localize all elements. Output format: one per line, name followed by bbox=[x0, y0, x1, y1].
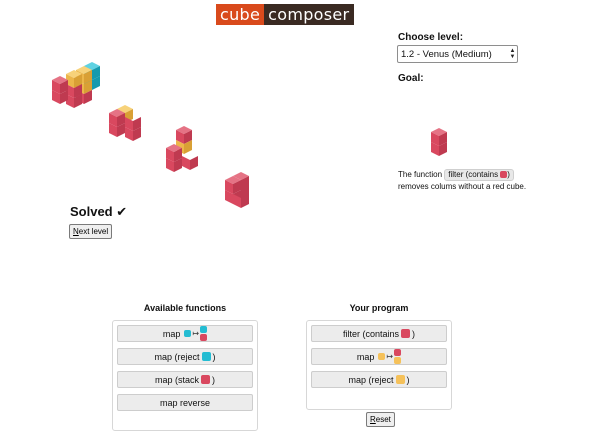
map-yellow-to-yellow-red-icon: ↦ bbox=[378, 349, 402, 364]
level-select[interactable]: 1.2 - Venus (Medium) ▲ ▼ bbox=[397, 45, 518, 63]
app-logo: cube composer bbox=[216, 4, 355, 25]
program-fn-map-yellow[interactable]: map ↦ bbox=[311, 348, 447, 365]
fn-label: map bbox=[356, 351, 375, 362]
chevron-updown-icon: ▲ ▼ bbox=[509, 48, 516, 60]
cube-column-red-yellow-tall bbox=[166, 126, 198, 172]
cube-stack-red-block bbox=[223, 172, 259, 219]
goal-function-label: filter (contains bbox=[448, 170, 499, 179]
cube-column-red-yellow bbox=[109, 105, 141, 141]
program-fn-map-reject-yellow[interactable]: map (reject ) bbox=[311, 371, 447, 388]
available-functions-panel: map ↦ map (reject ) map (stack ) map rev… bbox=[112, 320, 258, 431]
fn-label: map (stack bbox=[154, 374, 199, 385]
goal-cube-stack bbox=[426, 128, 452, 165]
your-program-panel: filter (contains ) map ↦ map (reject ) bbox=[306, 320, 452, 410]
reset-rest: eset bbox=[375, 415, 391, 424]
fn-label: map bbox=[162, 328, 181, 339]
next-level-rest: ext level bbox=[78, 227, 109, 236]
fn-label: map reverse bbox=[159, 397, 211, 408]
cube-stack-row-left bbox=[50, 60, 106, 110]
program-fn-filter-contains-red[interactable]: filter (contains ) bbox=[311, 325, 447, 342]
fn-label: map (reject bbox=[154, 351, 200, 362]
reset-button[interactable]: Reset bbox=[366, 412, 395, 427]
cube-stack-tall bbox=[165, 126, 199, 187]
next-level-button[interactable]: Next level bbox=[69, 224, 113, 239]
map-cyan-to-cyan-red-icon: ↦ bbox=[184, 326, 208, 341]
goal-heading: Goal: bbox=[398, 73, 424, 84]
available-functions-title: Available functions bbox=[143, 303, 227, 313]
goal-function-close: ) bbox=[507, 170, 510, 179]
goal-description: The function filter (contains ) removes … bbox=[398, 169, 588, 193]
available-fn-map-reject-cyan[interactable]: map (reject ) bbox=[117, 348, 253, 365]
red-square-icon bbox=[201, 375, 210, 384]
goal-cube-icon bbox=[431, 128, 447, 156]
fn-label: map (reject bbox=[348, 374, 394, 385]
logo-part-composer: composer bbox=[264, 4, 355, 25]
fn-close: ) bbox=[212, 351, 216, 362]
choose-level-heading: Choose level: bbox=[398, 32, 464, 43]
level-select-value: 1.2 - Venus (Medium) bbox=[401, 48, 492, 60]
your-program-title: Your program bbox=[349, 303, 409, 313]
red-square-icon bbox=[401, 329, 411, 338]
available-fn-map-cyan[interactable]: map ↦ bbox=[117, 325, 253, 342]
cube-stack-yellow-top bbox=[108, 105, 142, 154]
cube-group-first bbox=[52, 62, 100, 108]
solved-status: Solved ✔ bbox=[70, 204, 128, 219]
goal-description-prefix: The function bbox=[398, 170, 443, 179]
logo-part-cube: cube bbox=[216, 4, 265, 25]
fn-label: filter (contains bbox=[342, 328, 400, 339]
available-fn-map-stack-red[interactable]: map (stack ) bbox=[117, 371, 253, 388]
fn-close: ) bbox=[212, 374, 215, 385]
fn-close: ) bbox=[406, 374, 410, 385]
goal-description-suffix: removes colums without a red cube. bbox=[398, 182, 527, 191]
goal-function-chip: filter (contains ) bbox=[444, 169, 514, 181]
yellow-square-icon bbox=[395, 375, 405, 384]
cyan-square-icon bbox=[201, 352, 211, 361]
cube-column-red-block bbox=[225, 172, 249, 208]
fn-close: ) bbox=[412, 328, 416, 339]
available-fn-map-reverse[interactable]: map reverse bbox=[117, 394, 253, 411]
